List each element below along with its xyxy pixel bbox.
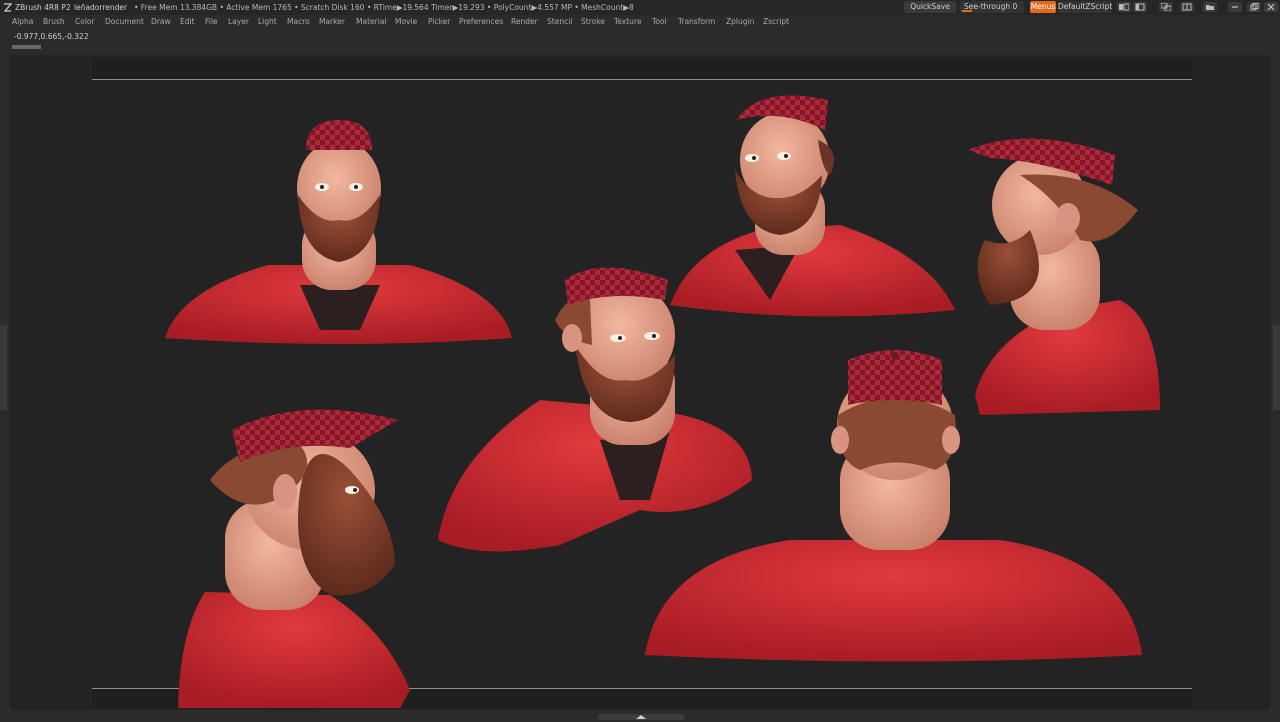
bust-left-profile xyxy=(178,409,410,708)
bust-front-view xyxy=(165,120,512,344)
sculpt-render xyxy=(165,95,1160,708)
bottom-tray-handle[interactable] xyxy=(598,714,684,720)
right-tray-handle[interactable] xyxy=(1273,325,1280,410)
bust-three-quarter-view xyxy=(670,95,955,317)
left-tray-handle[interactable] xyxy=(0,325,7,410)
chevron-up-down-icon xyxy=(636,715,646,719)
bust-right-profile xyxy=(968,138,1160,415)
